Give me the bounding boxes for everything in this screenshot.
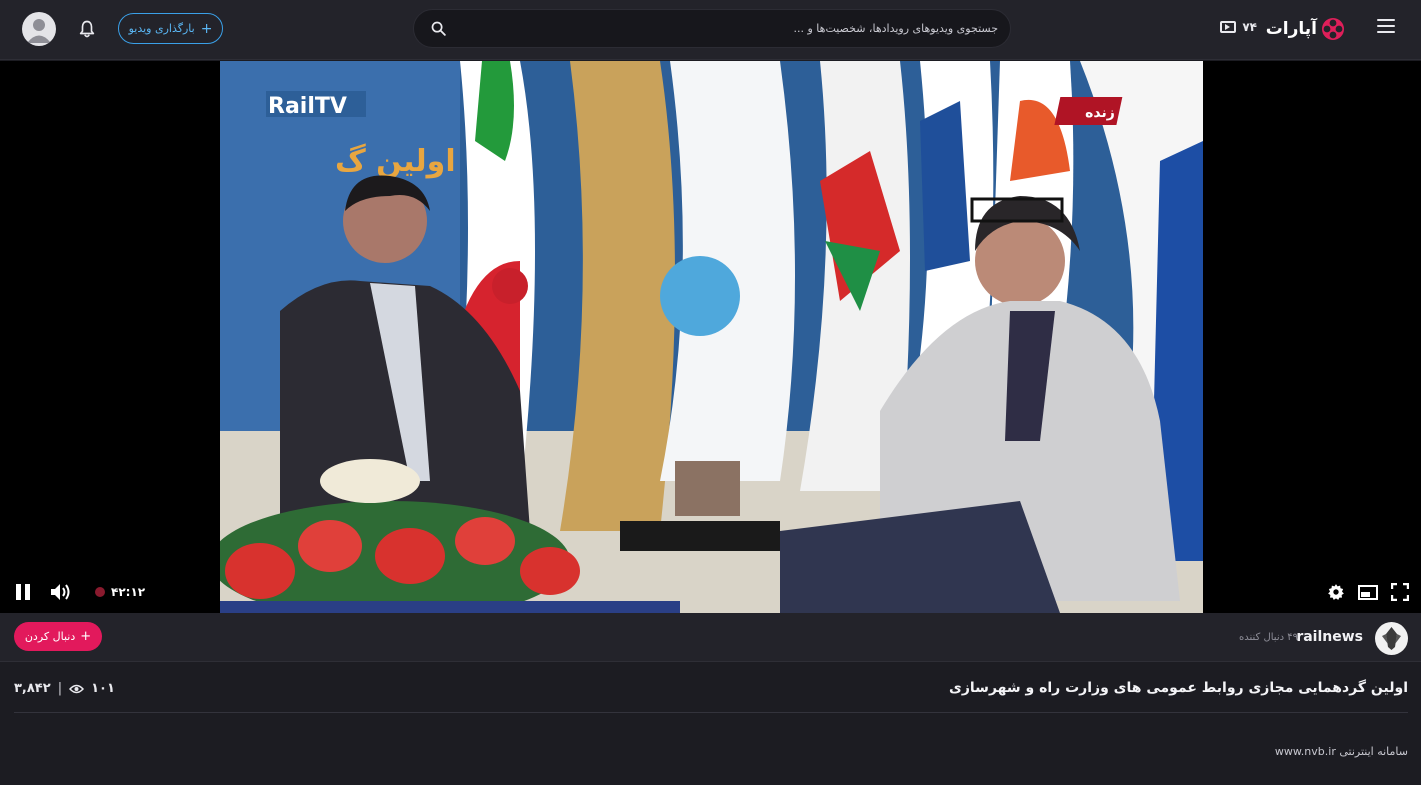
search-input[interactable]	[462, 10, 1010, 47]
video-title: اولین گردهمایی مجازی روابط عمومی های وزا…	[949, 680, 1408, 696]
fullscreen-icon	[1390, 582, 1410, 602]
live-channels-link[interactable]: ۷۴	[1220, 20, 1257, 34]
search-icon	[431, 21, 446, 36]
fullscreen-button[interactable]	[1390, 582, 1410, 605]
live-dot	[95, 587, 105, 597]
settings-button[interactable]	[1327, 583, 1345, 605]
picture-in-picture-icon	[1358, 585, 1378, 600]
plus-icon: +	[80, 629, 92, 644]
description-text: سامانه اینترنتی	[1339, 745, 1408, 758]
upload-label: بارگذاری ویدیو	[128, 22, 195, 35]
live-count: ۷۴	[1242, 20, 1257, 34]
search-bar	[413, 9, 1011, 48]
video-player[interactable]: RailTV اولین گ زنده ۴۲:۱۲	[0, 61, 1421, 613]
video-description: سامانه اینترنتی www.nvb.ir	[1275, 745, 1408, 758]
channel-name[interactable]: railnews	[1296, 629, 1363, 645]
pause-icon	[16, 584, 30, 600]
channel-bar: railnews ۴۹ دنبال کننده + دنبال کردن	[0, 613, 1421, 662]
live-tv-icon	[1220, 21, 1237, 33]
hamburger-menu-icon[interactable]	[1377, 19, 1395, 33]
live-time-indicator: ۴۲:۱۲	[95, 585, 145, 599]
channel-avatar[interactable]	[1375, 622, 1408, 655]
top-navbar: آپارات ۷۴ + بارگذاری ویدیو	[0, 0, 1421, 60]
eye-icon	[69, 684, 85, 693]
picture-in-picture-button[interactable]	[1358, 585, 1378, 604]
user-avatar[interactable]	[22, 12, 56, 46]
overlay-event-banner: اولین گ	[335, 143, 456, 179]
plus-icon: +	[200, 20, 213, 37]
pause-button[interactable]	[14, 583, 32, 605]
overlay-channel-logo: RailTV	[268, 94, 347, 119]
stats-separator: |	[57, 681, 63, 696]
section-divider	[14, 712, 1408, 713]
notifications-button[interactable]	[78, 19, 96, 39]
user-avatar-icon	[27, 19, 51, 43]
video-stats: ۳,۸۴۲ | ۱۰۱	[14, 681, 115, 696]
aparat-logo-icon	[1321, 17, 1345, 41]
channel-logo-icon	[1375, 622, 1408, 655]
upload-video-button[interactable]: + بارگذاری ویدیو	[118, 13, 223, 44]
volume-button[interactable]	[49, 581, 73, 607]
overlay-live-badge: زنده	[1085, 105, 1115, 121]
follow-label: دنبال کردن	[24, 630, 76, 643]
volume-icon	[51, 584, 70, 600]
video-frame[interactable]: RailTV اولین گ زنده	[220, 61, 1203, 613]
live-time: ۴۲:۱۲	[111, 585, 146, 599]
aparat-logo[interactable]: آپارات	[1266, 16, 1345, 42]
viewer-count: ۱۰۱	[91, 681, 115, 696]
follow-button[interactable]: + دنبال کردن	[14, 622, 102, 651]
search-button[interactable]	[414, 10, 462, 47]
settings-icon	[1328, 584, 1344, 600]
video-still: RailTV اولین گ زنده	[220, 61, 1203, 613]
view-count: ۳,۸۴۲	[14, 681, 51, 696]
bell-icon	[79, 20, 95, 38]
logo-text: آپارات	[1265, 19, 1317, 39]
description-link[interactable]: www.nvb.ir	[1275, 745, 1336, 758]
channel-followers: ۴۹ دنبال کننده	[1239, 632, 1298, 643]
player-controls: ۴۲:۱۲	[0, 561, 1421, 613]
